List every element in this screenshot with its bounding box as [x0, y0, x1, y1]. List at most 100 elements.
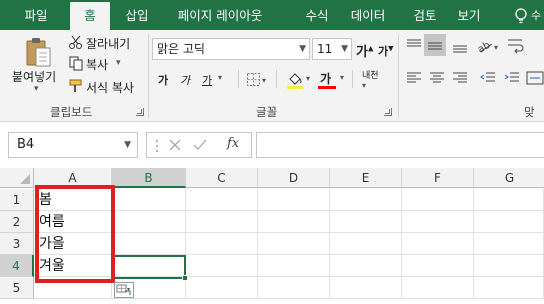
merge-center-icon[interactable] [526, 70, 544, 89]
tab-insert[interactable]: 삽입 [116, 0, 158, 30]
orientation-icon[interactable]: ab ▾ [476, 38, 502, 57]
font-color-swatch [318, 86, 336, 89]
cell[interactable] [474, 189, 544, 211]
row-header[interactable]: 5 [0, 277, 34, 299]
row-header[interactable]: 2 [0, 211, 34, 233]
paste-dropdown-icon[interactable]: ▾ [34, 84, 39, 94]
cell[interactable] [112, 233, 186, 255]
copy-button[interactable]: 복사 [86, 56, 108, 73]
cell[interactable] [186, 277, 258, 299]
tab-page-layout[interactable]: 페이지 레이아웃 [168, 0, 272, 30]
svg-text:▾: ▾ [494, 43, 498, 52]
paste-button[interactable]: 붙여넣기 [12, 68, 56, 85]
name-box[interactable]: B4 ▼ [8, 132, 138, 158]
cell[interactable] [330, 233, 402, 255]
column-header[interactable]: B [112, 168, 186, 188]
cell[interactable] [186, 189, 258, 211]
more-options-icon[interactable] [155, 139, 159, 156]
fill-color-icon[interactable]: ▾ [286, 70, 314, 93]
cell[interactable] [402, 255, 474, 277]
clipboard-launcher-icon[interactable] [136, 108, 144, 116]
align-left-icon[interactable] [406, 70, 422, 89]
grow-font-button[interactable]: 가▲ [356, 41, 373, 60]
cell[interactable] [112, 211, 186, 233]
fill-handle[interactable] [182, 275, 188, 281]
align-center-icon[interactable] [429, 70, 445, 89]
cell[interactable] [258, 277, 330, 299]
svg-text:수: 수 [531, 9, 541, 22]
align-right-icon[interactable] [452, 70, 468, 89]
font-launcher-icon[interactable] [384, 108, 392, 116]
cell[interactable] [330, 211, 402, 233]
font-color-button[interactable]: 가 [320, 70, 331, 87]
cell[interactable] [330, 277, 402, 299]
column-header[interactable]: E [330, 168, 402, 188]
formula-input[interactable] [256, 132, 544, 158]
align-bottom-icon[interactable] [452, 38, 468, 57]
cell[interactable] [258, 233, 330, 255]
tab-review[interactable]: 검토 [404, 0, 446, 30]
cell[interactable] [330, 255, 402, 277]
row-header[interactable]: 1 [0, 189, 34, 211]
phonetic-label: 내천 [362, 71, 379, 81]
cell[interactable] [330, 189, 402, 211]
font-color-label: 가 [320, 72, 332, 86]
format-painter-button[interactable]: 서식 복사 [86, 79, 134, 96]
cell[interactable] [258, 211, 330, 233]
column-header[interactable]: G [474, 168, 544, 188]
cell[interactable] [474, 255, 544, 277]
align-top-icon[interactable] [406, 38, 422, 57]
underline-button[interactable]: 가 [202, 72, 212, 88]
row-header[interactable]: 3 [0, 233, 34, 255]
cell[interactable] [112, 189, 186, 211]
group-label-font: 글꼴 [256, 105, 278, 119]
cell[interactable] [474, 211, 544, 233]
decrease-indent-icon[interactable] [480, 70, 496, 89]
bold-button[interactable]: 가 [158, 72, 168, 88]
italic-button[interactable]: 가 [180, 72, 190, 88]
svg-text:▾: ▾ [306, 74, 310, 83]
underline-dropdown-icon[interactable]: ▾ [218, 73, 222, 82]
enter-icon[interactable] [193, 139, 207, 154]
cell[interactable] [474, 233, 544, 255]
tab-formulas[interactable]: 수식 [296, 0, 338, 30]
cell[interactable] [402, 189, 474, 211]
cell[interactable] [186, 233, 258, 255]
cell[interactable] [258, 189, 330, 211]
wrap-text-icon[interactable] [506, 36, 526, 57]
column-header[interactable]: C [186, 168, 258, 188]
tab-file[interactable]: 파일 [14, 0, 58, 30]
cell[interactable] [474, 277, 544, 299]
font-size-select[interactable]: 11 ▼ [312, 38, 352, 60]
font-name-select[interactable]: 맑은 고딕 ▼ [152, 38, 310, 60]
cell[interactable] [402, 233, 474, 255]
tab-data[interactable]: 데이터 [340, 0, 396, 30]
font-color-dropdown-icon[interactable]: ▾ [340, 73, 344, 82]
cell[interactable] [258, 255, 330, 277]
name-box-value: B4 [17, 137, 35, 152]
increase-indent-icon[interactable] [504, 70, 520, 89]
select-all-button[interactable] [0, 168, 34, 188]
column-header[interactable]: D [258, 168, 330, 188]
cell[interactable] [402, 277, 474, 299]
shrink-font-button[interactable]: 가▼ [378, 43, 394, 59]
cell[interactable] [186, 255, 258, 277]
insert-function-button[interactable]: fx [227, 136, 239, 151]
chevron-down-icon: ▼ [124, 140, 131, 150]
cut-button[interactable]: 잘라내기 [86, 35, 130, 52]
row-header[interactable]: 4 [0, 255, 34, 277]
copy-dropdown-icon[interactable]: ▾ [116, 58, 121, 68]
svg-text:▾: ▾ [262, 76, 266, 85]
cell[interactable] [402, 211, 474, 233]
lightbulb-icon[interactable]: 수 [512, 7, 542, 25]
border-icon[interactable]: ▾ [246, 72, 268, 91]
format-painter-icon [68, 78, 84, 97]
cell[interactable] [186, 211, 258, 233]
cancel-icon[interactable] [169, 139, 181, 154]
phonetic-button[interactable]: 내천 ▾ [362, 71, 379, 91]
column-header[interactable]: F [402, 168, 474, 188]
formula-buttons: fx [146, 132, 252, 158]
tab-view[interactable]: 보기 [448, 0, 490, 30]
autofill-options-icon[interactable]: ▾ [114, 282, 134, 298]
tab-home[interactable]: 홈 [70, 2, 110, 30]
